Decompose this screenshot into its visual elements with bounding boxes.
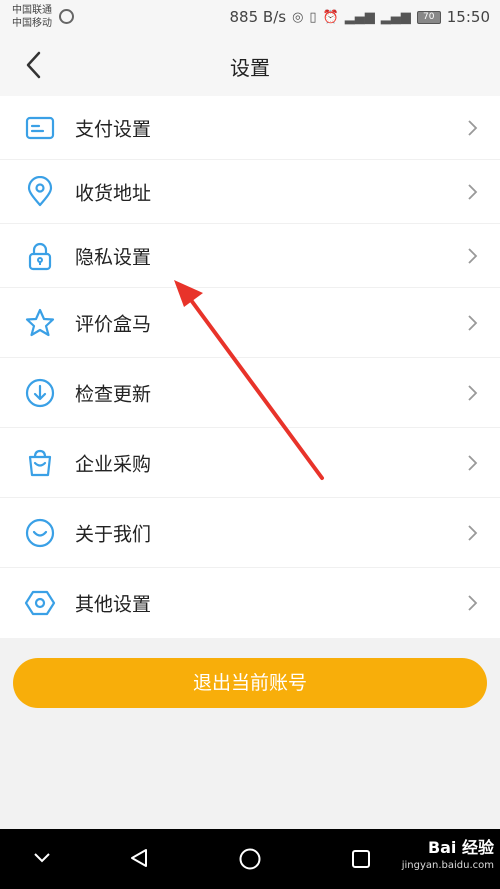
chevron-right-icon: [468, 525, 478, 541]
hotspot-icon: ◎: [292, 9, 304, 25]
chevron-right-icon: [468, 595, 478, 611]
hexagon-icon: [24, 590, 56, 616]
status-bar: 中国联通 中国移动 885 B/s ◎ ▯ ⏰ ▂▄▆ ▂▄▆ 70 15:50: [0, 0, 500, 36]
collapse-icon[interactable]: [32, 851, 52, 865]
star-icon: [25, 308, 55, 337]
battery-icon: 70: [416, 10, 441, 24]
carrier-2: 中国移动: [12, 18, 52, 29]
chevron-right-icon: [468, 385, 478, 401]
home-icon[interactable]: [238, 847, 262, 871]
menu-item-update[interactable]: 检查更新: [0, 358, 500, 428]
chevron-right-icon: [468, 120, 478, 136]
status-right: 885 B/s ◎ ▯ ⏰ ▂▄▆ ▂▄▆ 70 15:50: [230, 8, 490, 26]
menu-label: 支付设置: [75, 118, 152, 141]
signal-2-icon: ▂▄▆: [380, 9, 411, 25]
sync-icon: [59, 9, 74, 24]
watermark-brand: Bai 经验: [427, 838, 494, 857]
menu-label: 收货地址: [75, 182, 152, 205]
watermark-logo: Bai 经验 jingyan.baidu.com: [402, 839, 494, 875]
menu-item-privacy[interactable]: 隐私设置: [0, 224, 500, 288]
page-title: 设置: [230, 56, 270, 80]
menu-label: 隐私设置: [75, 246, 152, 269]
logout-button[interactable]: 退出当前账号: [13, 658, 487, 708]
carrier-1: 中国联通: [12, 5, 52, 16]
menu-label: 关于我们: [75, 523, 152, 546]
smile-icon: [25, 518, 55, 548]
card-icon: [25, 116, 55, 140]
chevron-right-icon: [468, 315, 478, 331]
menu-item-enterprise[interactable]: 企业采购: [0, 428, 500, 498]
bag-icon: [28, 449, 52, 477]
lock-icon: [28, 242, 52, 271]
menu-label: 检查更新: [75, 383, 152, 406]
settings-list: 支付设置 收货地址 隐私设置 评价盒马 检查更新 企业采购 关于我们 其他设置: [0, 96, 500, 638]
menu-item-about[interactable]: 关于我们: [0, 498, 500, 568]
chevron-right-icon: [468, 455, 478, 471]
menu-label: 其他设置: [75, 593, 152, 616]
network-speed: 885 B/s: [229, 8, 287, 26]
signal-icon: ▂▄▆: [344, 9, 375, 25]
location-icon: [27, 176, 53, 207]
menu-item-payment[interactable]: 支付设置: [0, 96, 500, 160]
alarm-icon: ⏰: [322, 9, 339, 25]
menu-label: 企业采购: [75, 453, 152, 476]
menu-label: 评价盒马: [75, 313, 152, 336]
title-bar: 设置: [0, 36, 500, 96]
carrier-labels: 中国联通 中国移动: [12, 4, 52, 30]
back-nav-icon[interactable]: [128, 847, 150, 869]
menu-item-other[interactable]: 其他设置: [0, 568, 500, 638]
recents-icon[interactable]: [350, 848, 372, 870]
system-nav-bar: Bai 经验 jingyan.baidu.com: [0, 829, 500, 889]
chevron-right-icon: [468, 248, 478, 264]
download-icon: [25, 378, 55, 408]
menu-item-rate[interactable]: 评价盒马: [0, 288, 500, 358]
vibrate-icon: ▯: [309, 9, 317, 25]
watermark-url: jingyan.baidu.com: [401, 860, 494, 871]
menu-item-address[interactable]: 收货地址: [0, 160, 500, 224]
chevron-right-icon: [468, 184, 478, 200]
clock: 15:50: [446, 8, 490, 26]
